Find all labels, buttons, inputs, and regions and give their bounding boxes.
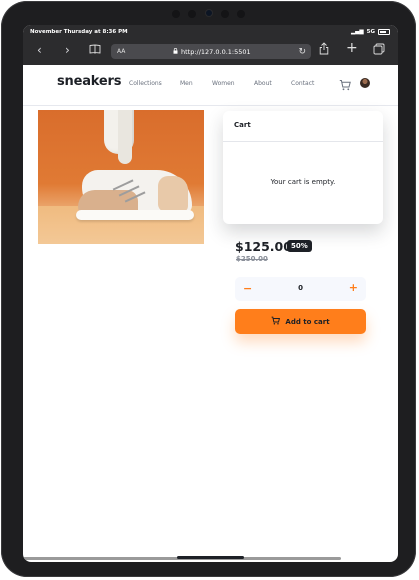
site-logo[interactable]: sneakers xyxy=(57,74,121,89)
cart-popup: Cart Your cart is empty. xyxy=(223,111,383,224)
sensor-dot xyxy=(172,10,180,18)
add-to-cart-label: Add to cart xyxy=(285,317,330,326)
status-time: November Thursday at 8:36 PM xyxy=(30,29,128,35)
nav-link-about[interactable]: About xyxy=(254,80,291,87)
sensor-dot xyxy=(221,10,229,18)
cart-icon[interactable] xyxy=(339,76,351,91)
nav-link-collections[interactable]: Collections xyxy=(129,80,180,87)
divider xyxy=(223,141,383,142)
quantity-stepper: − 0 + xyxy=(235,277,366,301)
current-price: $125.00 xyxy=(235,239,292,254)
front-camera xyxy=(206,10,212,16)
main-nav: Collections Men Women About Contact xyxy=(129,80,314,87)
add-to-cart-button[interactable]: Add to cart xyxy=(235,309,366,334)
cart-empty-message: Your cart is empty. xyxy=(270,178,336,186)
product-image[interactable] xyxy=(38,110,204,244)
nav-link-men[interactable]: Men xyxy=(180,80,212,87)
sensor-dot xyxy=(188,10,196,18)
url-text: http://127.0.0.1:5501 xyxy=(181,47,251,56)
site-header: sneakers Collections Men Women About Con… xyxy=(23,65,398,106)
browser-toolbar: November Thursday at 8:36 PM ▂▄▆ 5G ‹ › … xyxy=(23,25,398,65)
battery-icon xyxy=(378,29,390,35)
nav-link-contact[interactable]: Contact xyxy=(291,80,314,87)
reload-icon[interactable]: ↻ xyxy=(298,47,306,57)
tabs-icon[interactable] xyxy=(373,43,385,58)
signal-icon: ▂▄▆ xyxy=(350,29,364,35)
cart-title: Cart xyxy=(234,121,251,129)
quantity-value: 0 xyxy=(298,284,303,292)
back-icon[interactable]: ‹ xyxy=(37,44,42,56)
text-size-button[interactable]: AA xyxy=(117,48,125,55)
status-indicators: ▂▄▆ 5G xyxy=(351,29,390,35)
increase-quantity-button[interactable]: + xyxy=(349,281,358,294)
network-label: 5G xyxy=(366,29,375,35)
share-icon[interactable] xyxy=(319,42,329,58)
sensor-dot xyxy=(237,10,245,18)
forward-icon[interactable]: › xyxy=(65,44,70,56)
cart-icon xyxy=(271,316,281,327)
nav-link-women[interactable]: Women xyxy=(212,80,254,87)
tablet-frame: November Thursday at 8:36 PM ▂▄▆ 5G ‹ › … xyxy=(1,1,416,577)
lock-icon xyxy=(173,47,178,56)
discount-badge: 50% xyxy=(287,240,312,252)
home-indicator[interactable] xyxy=(177,556,244,559)
screen: November Thursday at 8:36 PM ▂▄▆ 5G ‹ › … xyxy=(23,25,398,562)
book-icon[interactable] xyxy=(89,43,101,58)
original-price: $250.00 xyxy=(236,255,268,263)
avatar[interactable] xyxy=(360,78,370,88)
new-tab-icon[interactable]: + xyxy=(346,41,358,55)
address-bar[interactable]: AA http://127.0.0.1:5501 ↻ xyxy=(111,44,311,59)
